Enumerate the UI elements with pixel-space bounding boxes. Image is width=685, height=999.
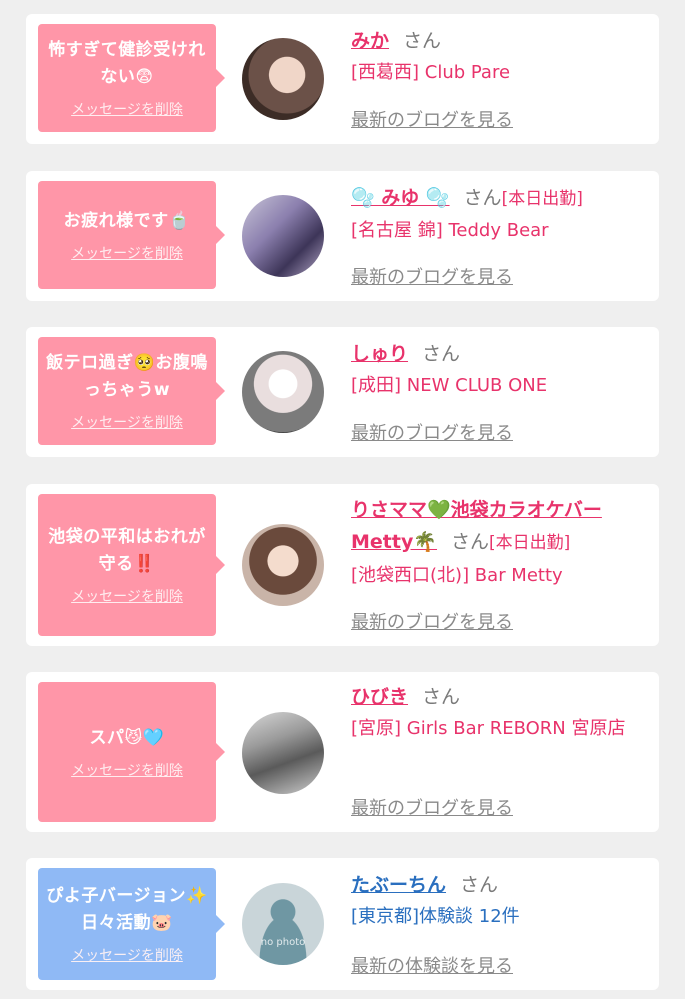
latest-blog-link[interactable]: 最新のブログを見る bbox=[351, 263, 513, 289]
message-text: 飯テロ過ぎ🥺お腹鳴っちゃうw bbox=[46, 353, 208, 400]
honorific: さん bbox=[403, 30, 442, 52]
delete-message-link[interactable]: メッセージを削除 bbox=[71, 412, 183, 432]
honorific: さん bbox=[422, 686, 461, 708]
working-today-badge: [本日出勤] bbox=[489, 533, 571, 553]
delete-message-link[interactable]: メッセージを削除 bbox=[71, 760, 183, 780]
message-text: スパ😼🩵 bbox=[89, 727, 165, 748]
message-bubble: 飯テロ過ぎ🥺お腹鳴っちゃうw メッセージを削除 bbox=[38, 337, 225, 445]
message-text: ぴよ子バージョン✨日々活動🐷 bbox=[46, 886, 208, 933]
avatar[interactable] bbox=[242, 38, 324, 120]
user-name-link[interactable]: 🫧 みゆ 🫧 bbox=[351, 187, 450, 209]
delete-message-link[interactable]: メッセージを削除 bbox=[71, 586, 183, 606]
no-photo-label: no photo bbox=[260, 937, 306, 948]
avatar[interactable] bbox=[242, 351, 324, 433]
shop-name: [池袋西口(北)] Bar Metty bbox=[351, 565, 563, 586]
shop-name: [宮原] Girls Bar REBORN 宮原店 bbox=[351, 718, 626, 739]
message-text: 池袋の平和はおれが守る‼️ bbox=[48, 527, 206, 574]
avatar[interactable] bbox=[242, 524, 324, 606]
user-name-link[interactable]: みか bbox=[351, 30, 389, 52]
message-text: お疲れ様です🍵 bbox=[63, 210, 191, 231]
honorific: さん bbox=[422, 343, 461, 365]
message-bubble: スパ😼🩵 メッセージを削除 bbox=[38, 682, 225, 822]
user-name-link[interactable]: たぶーちん bbox=[351, 874, 446, 896]
no-photo-avatar[interactable]: no photo bbox=[242, 883, 324, 965]
message-card: 怖すぎて健診受けれない😨 メッセージを削除 みか さん [西葛西] Club Pa… bbox=[26, 14, 659, 144]
latest-experience-link[interactable]: 最新の体験談を見る bbox=[351, 952, 513, 978]
message-bubble: 池袋の平和はおれが守る‼️ メッセージを削除 bbox=[38, 494, 225, 636]
delete-message-link[interactable]: メッセージを削除 bbox=[71, 945, 183, 965]
message-bubble: 怖すぎて健診受けれない😨 メッセージを削除 bbox=[38, 24, 225, 132]
avatar[interactable] bbox=[242, 195, 324, 277]
message-card: 池袋の平和はおれが守る‼️ メッセージを削除 りさママ💚池袋カラオケバーMett… bbox=[26, 484, 659, 646]
shop-name: [成田] NEW CLUB ONE bbox=[351, 375, 548, 396]
latest-blog-link[interactable]: 最新のブログを見る bbox=[351, 794, 513, 820]
honorific: さん bbox=[451, 531, 490, 553]
delete-message-link[interactable]: メッセージを削除 bbox=[71, 99, 183, 119]
message-card: スパ😼🩵 メッセージを削除 ひびき さん [宮原] Girls Bar REBOR… bbox=[26, 672, 659, 832]
delete-message-link[interactable]: メッセージを削除 bbox=[71, 243, 183, 263]
shop-name: [名古屋 錦] Teddy Bear bbox=[351, 220, 549, 241]
shop-name: [西葛西] Club Pare bbox=[351, 62, 511, 83]
latest-blog-link[interactable]: 最新のブログを見る bbox=[351, 608, 513, 634]
latest-blog-link[interactable]: 最新のブログを見る bbox=[351, 106, 513, 132]
message-card: お疲れ様です🍵 メッセージを削除 🫧 みゆ 🫧 さん[本日出勤] [名古屋 錦] … bbox=[26, 171, 659, 301]
message-card: 飯テロ過ぎ🥺お腹鳴っちゃうw メッセージを削除 しゅり さん [成田] NEW C… bbox=[26, 327, 659, 457]
working-today-badge: [本日出勤] bbox=[501, 189, 583, 209]
message-text: 怖すぎて健診受けれない😨 bbox=[48, 40, 206, 87]
honorific: さん bbox=[463, 187, 502, 209]
message-card: ぴよ子バージョン✨日々活動🐷 メッセージを削除 no photo たぶーちん さん… bbox=[26, 858, 659, 990]
experience-count: [東京都]体験談 12件 bbox=[351, 906, 520, 927]
message-bubble: ぴよ子バージョン✨日々活動🐷 メッセージを削除 bbox=[38, 868, 225, 980]
user-name-link[interactable]: ひびき bbox=[351, 686, 408, 708]
latest-blog-link[interactable]: 最新のブログを見る bbox=[351, 419, 513, 445]
honorific: さん bbox=[460, 874, 499, 896]
user-name-link[interactable]: しゅり bbox=[351, 343, 408, 365]
avatar[interactable] bbox=[242, 712, 324, 794]
message-bubble: お疲れ様です🍵 メッセージを削除 bbox=[38, 181, 225, 289]
